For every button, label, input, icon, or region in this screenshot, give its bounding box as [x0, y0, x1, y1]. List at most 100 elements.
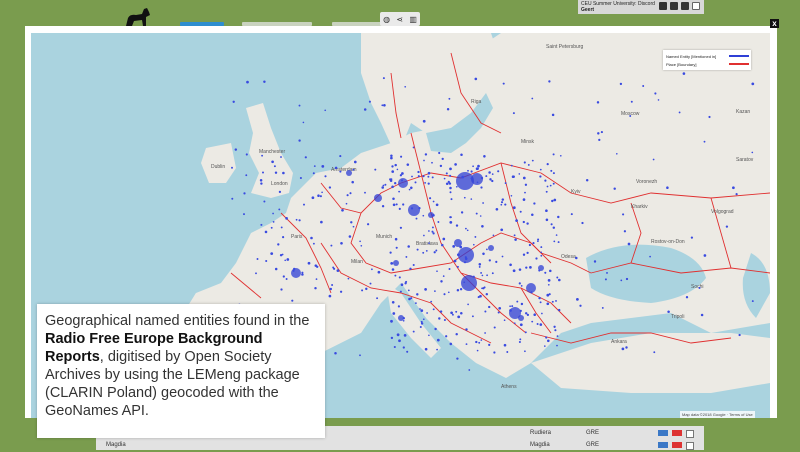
entity-dot[interactable] — [546, 293, 550, 297]
entity-dot[interactable] — [395, 246, 398, 249]
entity-dot[interactable] — [503, 319, 506, 322]
entity-dot[interactable] — [398, 207, 401, 210]
entity-dot[interactable] — [751, 300, 754, 303]
entity-dot[interactable] — [311, 196, 315, 200]
entity-dot[interactable] — [512, 112, 515, 115]
entity-dot[interactable] — [422, 175, 425, 178]
entity-dot[interactable] — [315, 278, 318, 280]
entity-dot[interactable] — [234, 148, 238, 151]
entity-dot[interactable] — [545, 190, 548, 193]
entity-dot[interactable] — [314, 286, 317, 290]
entity-marker[interactable] — [374, 194, 382, 202]
entity-dot[interactable] — [510, 164, 513, 167]
entity-dot[interactable] — [510, 194, 513, 197]
globe-view-icon[interactable]: ◍ — [383, 15, 390, 24]
entity-dot[interactable] — [282, 275, 285, 278]
entity-dot[interactable] — [619, 82, 623, 86]
entity-dot[interactable] — [410, 207, 414, 210]
entity-dot[interactable] — [394, 237, 398, 241]
chat-icon[interactable] — [659, 2, 667, 10]
entity-dot[interactable] — [682, 72, 686, 75]
entity-dot[interactable] — [363, 108, 367, 111]
entity-dot[interactable] — [493, 351, 496, 354]
entity-dot[interactable] — [280, 226, 283, 229]
window-icon[interactable] — [692, 2, 700, 10]
entity-dot[interactable] — [278, 208, 281, 211]
entity-dot[interactable] — [261, 154, 264, 157]
entity-dot[interactable] — [556, 276, 559, 279]
entity-dot[interactable] — [500, 201, 504, 204]
entity-dot[interactable] — [273, 165, 276, 168]
entity-dot[interactable] — [495, 207, 499, 211]
entity-dot[interactable] — [491, 272, 494, 275]
view-button[interactable] — [658, 430, 668, 436]
entity-dot[interactable] — [625, 346, 628, 349]
entity-dot[interactable] — [522, 253, 526, 256]
entity-dot[interactable] — [484, 332, 486, 334]
entity-dot[interactable] — [295, 218, 298, 221]
entity-dot[interactable] — [411, 175, 413, 178]
entity-dot[interactable] — [476, 167, 479, 170]
entity-dot[interactable] — [441, 243, 444, 247]
entity-dot[interactable] — [423, 234, 425, 237]
entity-marker[interactable] — [518, 315, 524, 321]
entity-dot[interactable] — [531, 213, 534, 216]
entity-dot[interactable] — [555, 299, 557, 302]
entity-dot[interactable] — [414, 302, 417, 305]
entity-dot[interactable] — [474, 235, 477, 238]
entity-dot[interactable] — [545, 336, 548, 339]
entity-marker[interactable] — [398, 178, 408, 188]
entity-dot[interactable] — [390, 156, 393, 160]
entity-dot[interactable] — [519, 338, 522, 341]
entity-dot[interactable] — [416, 248, 419, 251]
entity-dot[interactable] — [321, 165, 325, 168]
entity-dot[interactable] — [324, 109, 327, 112]
entity-dot[interactable] — [392, 312, 396, 315]
entity-dot[interactable] — [298, 219, 301, 222]
select-checkbox[interactable] — [686, 430, 694, 438]
entity-dot[interactable] — [559, 154, 562, 157]
entity-dot[interactable] — [346, 194, 349, 197]
entity-dot[interactable] — [667, 310, 670, 314]
entity-dot[interactable] — [539, 168, 542, 171]
entity-dot[interactable] — [506, 351, 509, 353]
entity-dot[interactable] — [478, 265, 481, 268]
entity-dot[interactable] — [751, 151, 754, 154]
entity-dot[interactable] — [349, 192, 352, 195]
entity-dot[interactable] — [324, 175, 327, 178]
entity-dot[interactable] — [374, 168, 377, 171]
entity-dot[interactable] — [407, 245, 410, 248]
entity-dot[interactable] — [390, 319, 393, 323]
entity-dot[interactable] — [402, 317, 405, 320]
entity-dot[interactable] — [529, 266, 532, 269]
entity-dot[interactable] — [501, 198, 505, 201]
entity-dot[interactable] — [426, 312, 428, 314]
entity-dot[interactable] — [382, 184, 385, 187]
entity-dot[interactable] — [470, 177, 473, 180]
entity-dot[interactable] — [350, 221, 353, 224]
entity-dot[interactable] — [512, 269, 516, 273]
entity-dot[interactable] — [417, 170, 420, 174]
entity-dot[interactable] — [407, 289, 410, 292]
entity-dot[interactable] — [292, 269, 295, 272]
entity-dot[interactable] — [488, 259, 491, 262]
entity-dot[interactable] — [463, 281, 466, 284]
entity-dot[interactable] — [320, 220, 323, 224]
entity-dot[interactable] — [553, 240, 556, 243]
entity-dot[interactable] — [282, 236, 285, 239]
entity-dot[interactable] — [391, 170, 395, 173]
entity-dot[interactable] — [531, 159, 534, 162]
entity-dot[interactable] — [304, 156, 307, 159]
entity-dot[interactable] — [520, 285, 523, 287]
entity-dot[interactable] — [442, 275, 445, 277]
entity-dot[interactable] — [465, 328, 468, 331]
table-row[interactable]: Magdia Magdia GRE — [96, 440, 704, 452]
entity-dot[interactable] — [412, 263, 415, 267]
entity-dot[interactable] — [581, 221, 584, 225]
entity-dot[interactable] — [484, 310, 487, 313]
entity-dot[interactable] — [435, 249, 438, 252]
entity-dot[interactable] — [557, 215, 560, 219]
entity-dot[interactable] — [364, 191, 366, 194]
entity-dot[interactable] — [459, 288, 463, 291]
entity-dot[interactable] — [436, 338, 440, 342]
